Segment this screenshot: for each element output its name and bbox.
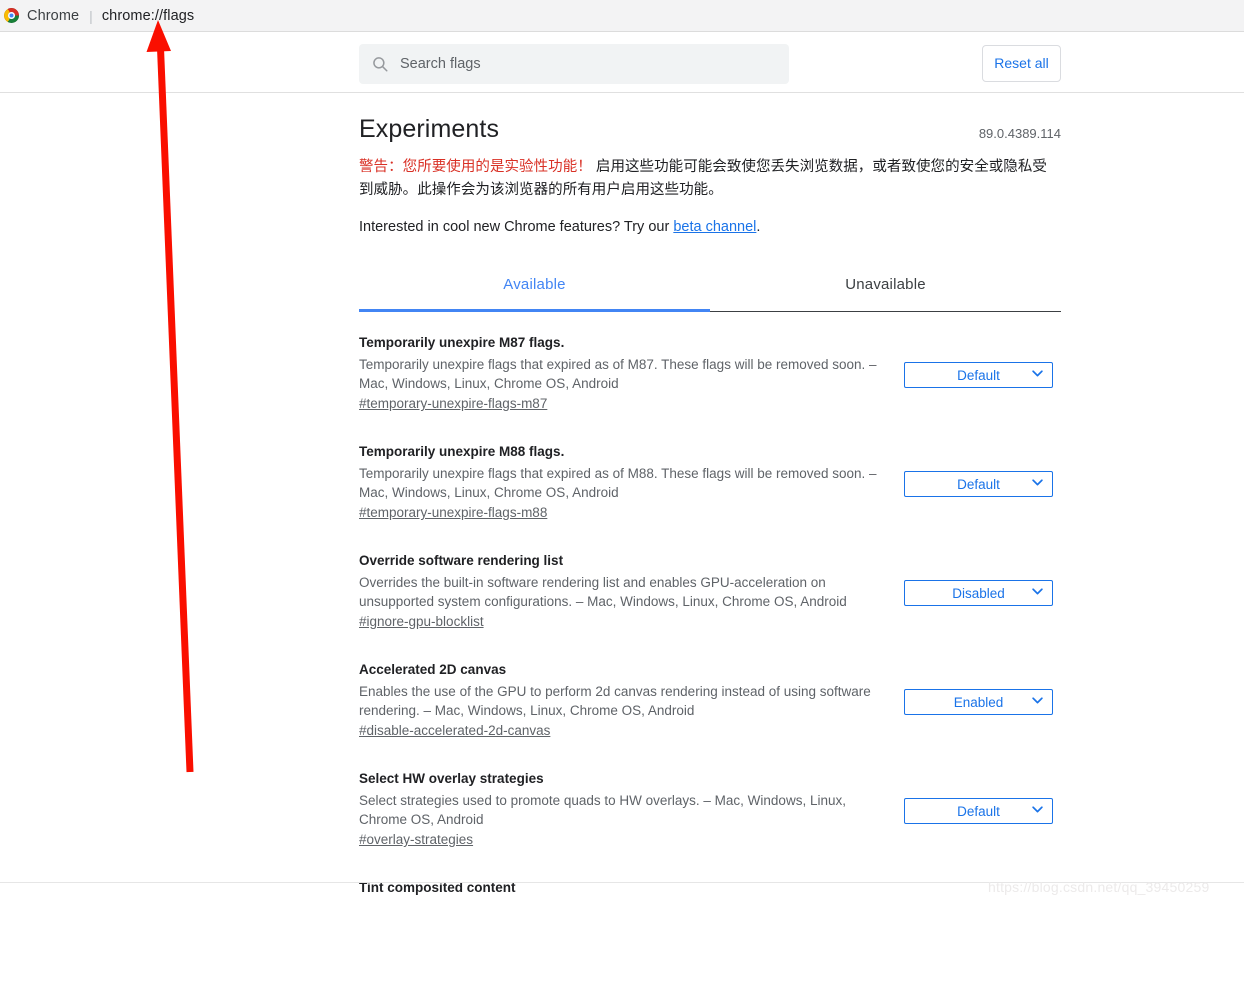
reset-all-button[interactable]: Reset all	[982, 45, 1061, 82]
title-row: Experiments 89.0.4389.114	[359, 113, 1061, 153]
flag-text-block: Temporarily unexpire M87 flags. Temporar…	[359, 333, 889, 413]
flag-description: Enables the use of the GPU to perform 2d…	[359, 684, 871, 718]
flag-anchor-link[interactable]: #temporary-unexpire-flags-m87	[359, 394, 547, 413]
flag-select-wrapper: Default	[904, 798, 1053, 824]
flag-list: Temporarily unexpire M87 flags. Temporar…	[359, 333, 1061, 987]
flag-name: Select HW overlay strategies	[359, 771, 544, 786]
flags-header-bar: Reset all	[0, 33, 1244, 93]
flag-description: Select strategies used to promote quads …	[359, 793, 846, 827]
flags-tabs: Available Unavailable	[359, 267, 1061, 312]
flag-value-select[interactable]: Default	[904, 798, 1053, 824]
watermark-text: https://blog.csdn.net/qq_39450259	[988, 879, 1210, 895]
flag-value-select[interactable]: Enabled	[904, 689, 1053, 715]
tab-unavailable[interactable]: Unavailable	[710, 267, 1061, 311]
flag-text-block: Tint composited content	[359, 878, 889, 897]
chrome-version-label: 89.0.4389.114	[978, 126, 1061, 141]
flag-name: Override software rendering list	[359, 553, 564, 568]
search-box[interactable]	[359, 44, 789, 84]
flag-entry: Override software rendering list Overrid…	[359, 551, 1061, 660]
flag-value-select[interactable]: Default	[904, 471, 1053, 497]
flag-description: Temporarily unexpire flags that expired …	[359, 466, 877, 500]
topbar-app-name: Chrome	[27, 7, 80, 24]
flag-select-wrapper: Enabled	[904, 689, 1053, 715]
flag-select-wrapper: Default	[904, 471, 1053, 497]
flag-text-block: Temporarily unexpire M88 flags. Temporar…	[359, 442, 889, 522]
flag-text-block: Accelerated 2D canvas Enables the use of…	[359, 660, 889, 740]
flag-text-block: Override software rendering list Overrid…	[359, 551, 889, 631]
flag-entry: Temporarily unexpire M88 flags. Temporar…	[359, 442, 1061, 551]
topbar-url[interactable]: chrome://flags	[102, 8, 194, 24]
warning-highlight: 警告：您所要使用的是实验性功能！	[359, 159, 592, 175]
flag-entry: Tint composited content	[359, 878, 1061, 987]
flag-name: Tint composited content	[359, 880, 516, 895]
tab-available[interactable]: Available	[359, 267, 710, 312]
flag-anchor-link[interactable]: #disable-accelerated-2d-canvas	[359, 721, 550, 740]
search-input[interactable]	[400, 56, 777, 72]
experiments-warning: 警告：您所要使用的是实验性功能！ 启用这些功能可能会致使您丢失浏览数据，或者致使…	[359, 156, 1061, 202]
topbar-separator: |	[89, 7, 93, 24]
flag-select-wrapper: Disabled	[904, 580, 1053, 606]
search-icon	[373, 57, 388, 72]
flag-anchor-link[interactable]: #ignore-gpu-blocklist	[359, 612, 484, 631]
flag-name: Temporarily unexpire M88 flags.	[359, 444, 565, 459]
beta-channel-link[interactable]: beta channel	[673, 219, 756, 235]
chrome-logo-icon	[4, 8, 19, 23]
flag-select-wrapper: Default	[904, 362, 1053, 388]
flag-entry: Accelerated 2D canvas Enables the use of…	[359, 660, 1061, 769]
flag-name: Temporarily unexpire M87 flags.	[359, 335, 565, 350]
beta-suffix-text: .	[756, 219, 761, 235]
beta-channel-line: Interested in cool new Chrome features? …	[359, 217, 1061, 237]
flag-entry: Select HW overlay strategies Select stra…	[359, 769, 1061, 878]
page-title: Experiments	[359, 115, 500, 143]
flag-value-select[interactable]: Default	[904, 362, 1053, 388]
flags-content: Experiments 89.0.4389.114 警告：您所要使用的是实验性功…	[359, 93, 1061, 987]
flag-anchor-link[interactable]: #temporary-unexpire-flags-m88	[359, 503, 547, 522]
flag-entry: Temporarily unexpire M87 flags. Temporar…	[359, 333, 1061, 442]
flag-name: Accelerated 2D canvas	[359, 662, 507, 677]
flag-anchor-link[interactable]: #overlay-strategies	[359, 830, 473, 849]
flag-description: Temporarily unexpire flags that expired …	[359, 357, 877, 391]
flag-value-select[interactable]: Disabled	[904, 580, 1053, 606]
flag-text-block: Select HW overlay strategies Select stra…	[359, 769, 889, 849]
beta-prefix-text: Interested in cool new Chrome features? …	[359, 219, 674, 235]
browser-topbar: Chrome | chrome://flags	[0, 0, 1244, 32]
flag-description: Overrides the built-in software renderin…	[359, 575, 847, 609]
